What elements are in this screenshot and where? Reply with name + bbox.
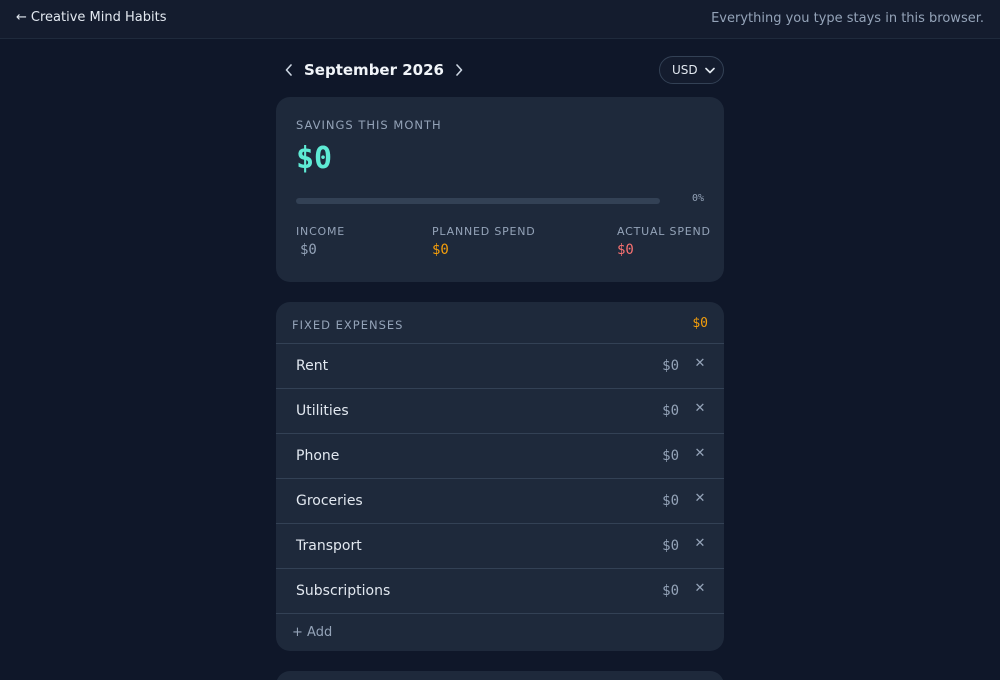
privacy-note: Everything you type stays in this browse… xyxy=(711,11,984,26)
expense-name[interactable]: Utilities xyxy=(296,403,349,419)
next-month-button[interactable] xyxy=(450,58,468,82)
savings-progress-percent: 0% xyxy=(691,193,704,204)
fixed-expenses-card: FIXED EXPENSES $0 Rent $0 ✕ Utilities $0… xyxy=(276,302,724,651)
month-label: September 2026 xyxy=(304,61,444,79)
expense-amount[interactable]: $0 xyxy=(662,493,679,509)
expense-name[interactable]: Subscriptions xyxy=(296,583,390,599)
chevron-right-icon xyxy=(456,64,463,76)
expense-amount[interactable]: $0 xyxy=(662,358,679,374)
expense-name[interactable]: Rent xyxy=(296,358,328,374)
add-expense-button[interactable]: + Add xyxy=(292,625,332,640)
arrow-left-icon: ← xyxy=(16,10,27,25)
savings-title: SAVINGS THIS MONTH xyxy=(296,118,442,132)
expense-name[interactable]: Phone xyxy=(296,448,339,464)
remove-expense-icon[interactable]: ✕ xyxy=(692,491,708,511)
expense-amount[interactable]: $0 xyxy=(662,538,679,554)
remove-expense-icon[interactable]: ✕ xyxy=(692,581,708,601)
remove-expense-icon[interactable]: ✕ xyxy=(692,446,708,466)
expense-amount[interactable]: $0 xyxy=(662,583,679,599)
back-link-label: Creative Mind Habits xyxy=(30,10,167,25)
expense-row[interactable]: Groceries $0 ✕ xyxy=(276,479,724,524)
fixed-expenses-title: FIXED EXPENSES xyxy=(292,318,404,332)
month-navigation: September 2026 xyxy=(280,58,468,82)
chevron-down-icon xyxy=(705,67,715,73)
expense-row[interactable]: Transport $0 ✕ xyxy=(276,524,724,569)
fixed-expenses-header: FIXED EXPENSES $0 xyxy=(276,302,724,344)
top-bar: ← Creative Mind Habits Everything you ty… xyxy=(0,0,1000,39)
remove-expense-icon[interactable]: ✕ xyxy=(692,536,708,556)
remove-expense-icon[interactable]: ✕ xyxy=(692,401,708,421)
next-section-card xyxy=(276,671,724,680)
planned-spend-value: $0 xyxy=(432,242,449,258)
expense-amount[interactable]: $0 xyxy=(662,403,679,419)
planned-spend-label: PLANNED SPEND xyxy=(432,225,536,238)
savings-card: SAVINGS THIS MONTH $0 0% INCOME $0 PLANN… xyxy=(276,97,724,282)
chevron-left-icon xyxy=(285,64,292,76)
income-value: $0 xyxy=(300,242,317,258)
actual-spend-value: $0 xyxy=(617,242,634,258)
actual-spend-label: ACTUAL SPEND xyxy=(617,225,711,238)
back-link[interactable]: ← Creative Mind Habits xyxy=(16,10,166,25)
currency-value: USD xyxy=(672,63,698,77)
income-label: INCOME xyxy=(296,225,346,238)
remove-expense-icon[interactable]: ✕ xyxy=(692,356,708,376)
savings-amount: $0 xyxy=(296,141,333,176)
expense-row[interactable]: Utilities $0 ✕ xyxy=(276,389,724,434)
currency-select[interactable]: USD xyxy=(659,56,724,84)
fixed-expenses-total: $0 xyxy=(692,316,708,331)
expense-amount[interactable]: $0 xyxy=(662,448,679,464)
expense-name[interactable]: Groceries xyxy=(296,493,363,509)
prev-month-button[interactable] xyxy=(280,58,298,82)
expense-name[interactable]: Transport xyxy=(296,538,362,554)
expense-row[interactable]: Rent $0 ✕ xyxy=(276,344,724,389)
expense-row[interactable]: Phone $0 ✕ xyxy=(276,434,724,479)
expense-row[interactable]: Subscriptions $0 ✕ xyxy=(276,569,724,614)
savings-progress-bar xyxy=(296,198,660,204)
